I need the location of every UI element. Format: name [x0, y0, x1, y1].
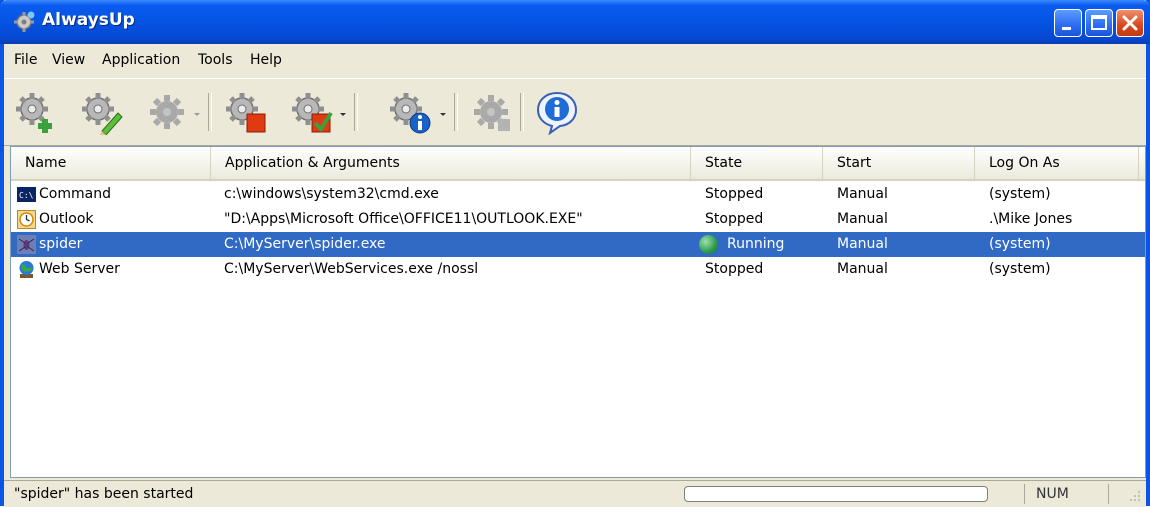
toolbar-separator [454, 93, 458, 131]
num-lock-indicator: NUM [1036, 486, 1069, 502]
dropdown-arrow-icon[interactable] [438, 109, 448, 119]
title-bar[interactable]: AlwaysUp [0, 0, 1150, 44]
list-header: Name Application & Arguments State Start… [11, 147, 1145, 181]
row-name: Web Server [39, 261, 120, 277]
toolbar [4, 78, 1146, 146]
gear-stop-icon [226, 93, 266, 133]
row-start: Manual [837, 236, 888, 252]
row-application: C:\MyServer\spider.exe [224, 236, 386, 252]
table-row-selected[interactable]: spider C:\MyServer\spider.exe Running Ma… [11, 232, 1145, 257]
pause-application-button[interactable] [468, 89, 514, 135]
toolbar-separator [208, 93, 212, 131]
column-header-application[interactable]: Application & Arguments [211, 147, 691, 179]
row-start: Manual [837, 211, 888, 227]
close-icon [1122, 15, 1138, 31]
table-row[interactable]: Web Server C:\MyServer\WebServices.exe /… [11, 257, 1145, 282]
maximize-icon [1091, 15, 1107, 30]
column-header-name[interactable]: Name [11, 147, 211, 179]
column-header-logon[interactable]: Log On As [975, 147, 1139, 179]
row-start: Manual [837, 261, 888, 277]
about-button[interactable] [534, 89, 580, 135]
row-logon: (system) [989, 236, 1051, 252]
menu-view[interactable]: View [52, 52, 85, 68]
row-logon: (system) [989, 261, 1051, 277]
globe-icon [19, 261, 34, 278]
minimize-icon [1062, 27, 1071, 30]
stop-application-button[interactable] [222, 89, 268, 135]
gear-disabled-icon [474, 95, 510, 131]
row-application: C:\MyServer\WebServices.exe /nossl [224, 261, 479, 277]
row-state: Running [727, 236, 785, 252]
column-header-start[interactable]: Start [823, 147, 975, 179]
edit-application-button[interactable] [78, 89, 124, 135]
row-logon: (system) [989, 186, 1051, 202]
console-icon: C:\ [17, 187, 36, 202]
toolbar-separator [520, 93, 524, 131]
running-status-icon [699, 235, 718, 254]
row-name: Outlook [39, 211, 94, 227]
dropdown-arrow-icon[interactable] [192, 109, 202, 119]
gear-app-icon [14, 11, 35, 32]
row-name: spider [39, 236, 83, 252]
gear-disabled-icon [150, 95, 184, 129]
minimize-button[interactable] [1054, 9, 1082, 37]
gear-info-icon [390, 93, 431, 134]
menu-file[interactable]: File [14, 52, 37, 68]
maximize-button[interactable] [1085, 9, 1113, 37]
row-logon: .\Mike Jones [989, 211, 1073, 227]
column-header-state[interactable]: State [691, 147, 823, 179]
row-start: Manual [837, 186, 888, 202]
spider-icon [17, 235, 36, 254]
svg-text:C:\: C:\ [19, 191, 34, 200]
status-bar: "spider" has been started NUM [4, 480, 1146, 507]
menu-application[interactable]: Application [102, 52, 180, 68]
application-list[interactable]: Name Application & Arguments State Start… [10, 146, 1146, 478]
row-state: Stopped [705, 186, 764, 202]
menu-help[interactable]: Help [250, 52, 282, 68]
resize-grip-icon[interactable] [1126, 487, 1142, 503]
add-application-button[interactable] [12, 89, 58, 135]
restart-application-button[interactable] [288, 89, 334, 135]
status-message: "spider" has been started [14, 486, 194, 502]
row-state: Stopped [705, 211, 764, 227]
close-button[interactable] [1116, 9, 1144, 37]
info-bubble-icon [536, 91, 578, 135]
table-row[interactable]: Outlook "D:\Apps\Microsoft Office\OFFICE… [11, 207, 1145, 232]
gear-restart-icon [292, 93, 333, 133]
menu-tools[interactable]: Tools [198, 52, 233, 68]
toolbar-separator [354, 93, 358, 131]
menu-bar: File View Application Tools Help [4, 44, 1146, 76]
dropdown-arrow-icon[interactable] [338, 109, 348, 119]
app-window: AlwaysUp File View Application Tools Hel… [0, 0, 1150, 507]
table-row[interactable]: C:\ Command c:\windows\system32\cmd.exe … [11, 182, 1145, 207]
clock-icon [17, 210, 36, 229]
progress-bar [684, 486, 988, 502]
row-application: "D:\Apps\Microsoft Office\OFFICE11\OUTLO… [224, 211, 583, 227]
window-title: AlwaysUp [42, 10, 135, 30]
row-state: Stopped [705, 261, 764, 277]
report-application-button[interactable] [386, 89, 432, 135]
row-application: c:\windows\system32\cmd.exe [224, 186, 439, 202]
gear-pencil-icon [82, 93, 123, 135]
start-application-button[interactable] [144, 89, 190, 135]
gear-plus-icon [16, 93, 52, 133]
row-name: Command [39, 186, 111, 202]
